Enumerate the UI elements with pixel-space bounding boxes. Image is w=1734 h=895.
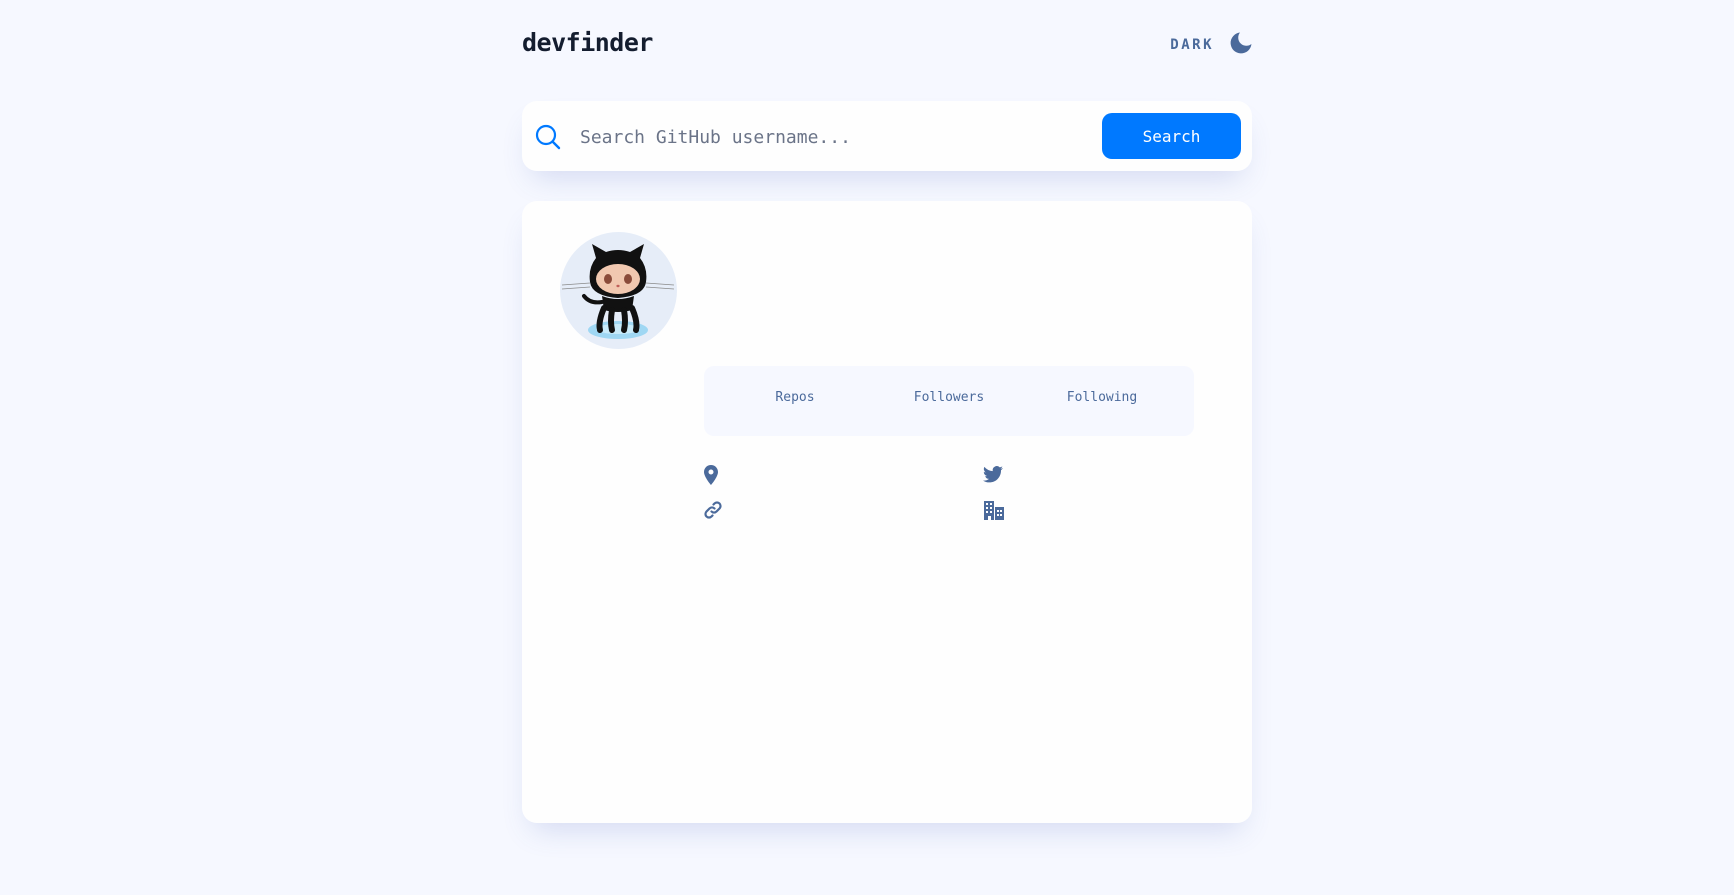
octocat-image <box>561 244 675 339</box>
following-label: Following <box>1066 390 1138 405</box>
followers-label: Followers <box>913 390 985 405</box>
search-button[interactable]: Search <box>1102 113 1241 159</box>
building-icon <box>984 500 1004 524</box>
repos-label: Repos <box>775 390 815 405</box>
header: devfinder DARK <box>522 28 1252 64</box>
search-bar: Search <box>522 101 1252 171</box>
link-icon <box>703 500 723 524</box>
location-pin-icon <box>704 465 718 489</box>
avatar <box>560 232 677 349</box>
twitter-icon <box>983 466 1003 487</box>
theme-toggle-label[interactable]: DARK <box>1170 37 1214 53</box>
theme-toggle[interactable]: DARK <box>1170 32 1252 58</box>
search-icon <box>535 124 561 154</box>
search-input[interactable] <box>578 119 1082 155</box>
app-logo: devfinder <box>522 28 653 57</box>
profile-card: Repos Followers Following <box>522 201 1252 823</box>
stats-panel: Repos Followers Following <box>704 366 1194 436</box>
moon-icon[interactable] <box>1230 32 1252 58</box>
